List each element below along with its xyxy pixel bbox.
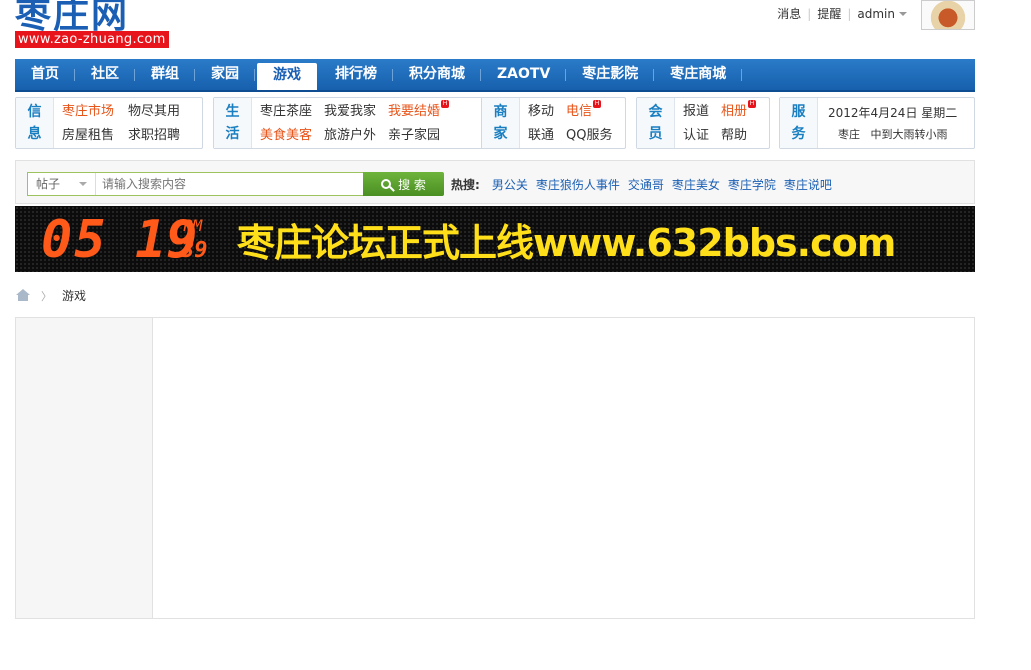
quick-links: 报道 相册H 认证 帮助 bbox=[675, 98, 764, 148]
quick-box-life: 生活 枣庄茶座 我爱我家 我要结婚H 美食美客 旅游户外 亲子家园 bbox=[213, 97, 487, 149]
content-area bbox=[15, 317, 975, 619]
led-banner[interactable]: 05 19 PM 39 枣庄论坛正式上线www.632bbs.com bbox=[15, 206, 975, 272]
username-menu[interactable]: admin bbox=[857, 7, 895, 21]
link-housing[interactable]: 房屋租售 bbox=[62, 124, 114, 148]
search-button[interactable]: 搜 索 bbox=[363, 172, 444, 196]
link-travel[interactable]: 旅游户外 bbox=[324, 124, 376, 148]
link-telecom[interactable]: 电信H bbox=[566, 100, 612, 124]
main-panel bbox=[153, 318, 974, 618]
banner-text: 枣庄论坛正式上线www.632bbs.com bbox=[237, 221, 896, 265]
nav-points-mall[interactable]: 积分商城 bbox=[393, 59, 481, 90]
link-wedding[interactable]: 我要结婚H bbox=[388, 100, 450, 124]
link-qq-service[interactable]: QQ服务 bbox=[566, 124, 612, 148]
separator: | bbox=[807, 6, 812, 21]
hot-badge-icon: H bbox=[593, 100, 602, 108]
quick-box-label: 生活 bbox=[214, 98, 252, 148]
quick-box-biz: 商家 移动 电信H 联通 QQ服务 bbox=[481, 97, 626, 149]
link-checkin[interactable]: 报道 bbox=[683, 100, 709, 124]
current-date: 2012年4月24日 星期二 bbox=[828, 106, 958, 120]
link-verify[interactable]: 认证 bbox=[683, 124, 709, 148]
hot-search-label: 热搜: bbox=[451, 178, 480, 192]
link-teahouse[interactable]: 枣庄茶座 bbox=[260, 100, 312, 124]
link-mobile[interactable]: 移动 bbox=[528, 100, 554, 124]
hot-term[interactable]: 枣庄说吧 bbox=[784, 176, 832, 193]
nav-games[interactable]: 游戏 bbox=[257, 63, 317, 90]
nav-cinema[interactable]: 枣庄影院 bbox=[566, 59, 655, 90]
hot-term[interactable]: 男公关 bbox=[492, 176, 528, 193]
link-my-home[interactable]: 我爱我家 bbox=[324, 100, 376, 124]
search-bar: 帖子 搜 索 热搜: 男公关 枣庄狼伤人事件 交通哥 枣庄美女 枣庄学院 枣庄说… bbox=[15, 160, 975, 204]
nav-zaotv[interactable]: ZAOTV bbox=[481, 59, 567, 90]
quick-box-label: 服务 bbox=[780, 98, 818, 148]
sidebar bbox=[16, 318, 153, 618]
logo-url: www.zao-zhuang.com bbox=[15, 31, 169, 48]
hot-term[interactable]: 枣庄学院 bbox=[728, 176, 776, 193]
weather-city[interactable]: 枣庄 bbox=[838, 128, 860, 141]
quick-links: 枣庄茶座 我爱我家 我要结婚H 美食美客 旅游户外 亲子家园 bbox=[252, 98, 457, 148]
link-family[interactable]: 亲子家园 bbox=[388, 124, 449, 148]
nav-mall[interactable]: 枣庄商城 bbox=[654, 59, 743, 90]
link-album[interactable]: 相册H bbox=[721, 100, 757, 124]
chevron-down-icon bbox=[79, 182, 87, 186]
search-type-select[interactable]: 帖子 bbox=[28, 173, 96, 195]
messages-link[interactable]: 消息 bbox=[777, 5, 801, 22]
weather-text: 中到大雨转小雨 bbox=[870, 128, 948, 141]
hot-term[interactable]: 交通哥 bbox=[628, 176, 664, 193]
search-box: 帖子 bbox=[27, 172, 364, 196]
nav-community[interactable]: 社区 bbox=[75, 59, 135, 90]
search-icon bbox=[381, 179, 392, 189]
link-market[interactable]: 枣庄市场 bbox=[62, 100, 114, 124]
notifications-link[interactable]: 提醒 bbox=[817, 5, 841, 22]
nav-home[interactable]: 首页 bbox=[15, 59, 75, 90]
nav-home-space[interactable]: 家园 bbox=[195, 59, 255, 90]
nav-ranking[interactable]: 排行榜 bbox=[319, 59, 393, 90]
avatar[interactable] bbox=[921, 0, 975, 30]
link-help[interactable]: 帮助 bbox=[721, 124, 756, 148]
clock-ampm: PM bbox=[183, 216, 203, 235]
user-links: 消息 | 提醒 | admin bbox=[777, 5, 907, 22]
quick-box-info: 信息 枣庄市场 物尽其用 房屋租售 求职招聘 bbox=[15, 97, 203, 149]
quick-box-label: 商家 bbox=[482, 98, 520, 148]
quick-links: 移动 电信H 联通 QQ服务 bbox=[520, 98, 620, 148]
hot-term[interactable]: 枣庄美女 bbox=[672, 176, 720, 193]
link-jobs[interactable]: 求职招聘 bbox=[128, 124, 180, 148]
hot-badge-icon: H bbox=[748, 100, 757, 108]
main-nav: 首页 社区 群组 家园 游戏 排行榜 积分商城 ZAOTV 枣庄影院 枣庄商城 bbox=[15, 59, 975, 92]
hot-term[interactable]: 枣庄狼伤人事件 bbox=[536, 176, 620, 193]
service-info: 2012年4月24日 星期二 枣庄 中到大雨转小雨 bbox=[818, 98, 967, 148]
breadcrumb: 〉 游戏 bbox=[15, 287, 86, 304]
weather-info: 枣庄 中到大雨转小雨 bbox=[828, 124, 957, 146]
link-food[interactable]: 美食美客 bbox=[260, 124, 312, 148]
chevron-down-icon[interactable] bbox=[899, 11, 907, 16]
clock-second: 39 bbox=[181, 238, 208, 263]
hot-searches: 热搜: 男公关 枣庄狼伤人事件 交通哥 枣庄美女 枣庄学院 枣庄说吧 bbox=[451, 176, 840, 193]
quick-box-member: 会员 报道 相册H 认证 帮助 bbox=[636, 97, 770, 149]
nav-groups[interactable]: 群组 bbox=[135, 59, 195, 90]
clock-hour: 05 bbox=[41, 210, 108, 270]
site-logo[interactable]: 枣庄网 www.zao-zhuang.com bbox=[15, 0, 195, 52]
link-unicom[interactable]: 联通 bbox=[528, 124, 554, 148]
quick-links: 枣庄市场 物尽其用 房屋租售 求职招聘 bbox=[54, 98, 188, 148]
hot-badge-icon: H bbox=[441, 100, 450, 108]
quick-box-label: 信息 bbox=[16, 98, 54, 148]
search-input[interactable] bbox=[96, 173, 363, 195]
separator: | bbox=[847, 6, 852, 21]
quick-box-service: 服务 2012年4月24日 星期二 枣庄 中到大雨转小雨 bbox=[779, 97, 975, 149]
link-secondhand[interactable]: 物尽其用 bbox=[128, 100, 180, 124]
quick-box-label: 会员 bbox=[637, 98, 675, 148]
breadcrumb-current: 游戏 bbox=[62, 289, 87, 303]
home-icon[interactable] bbox=[15, 289, 31, 302]
chevron-right-icon: 〉 bbox=[41, 289, 52, 303]
